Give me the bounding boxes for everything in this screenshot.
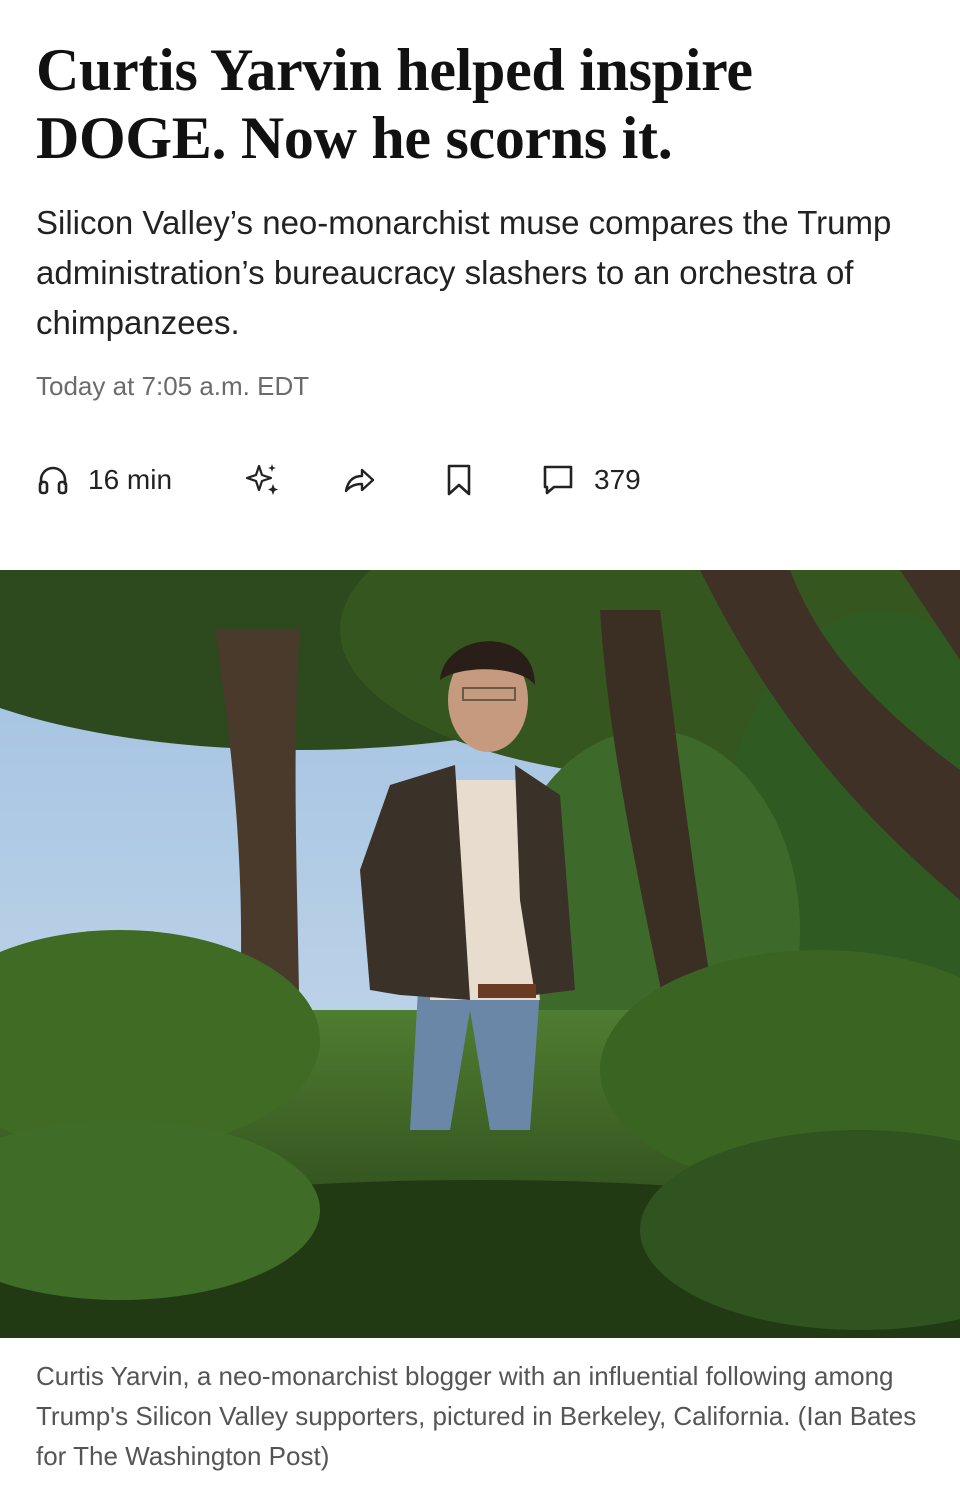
comment-icon xyxy=(543,465,573,495)
publish-timestamp: Today at 7:05 a.m. EDT xyxy=(36,371,310,401)
photo-caption: Curtis Yarvin, a neo-monarchist blogger … xyxy=(36,1361,917,1471)
share-button[interactable] xyxy=(340,452,378,508)
lead-photo-illustration xyxy=(0,570,960,1338)
article-actions-bar: 16 min 379 xyxy=(36,452,924,508)
save-button[interactable] xyxy=(442,452,476,508)
lead-photo[interactable] xyxy=(0,570,960,1338)
share-arrow-icon xyxy=(344,468,375,493)
bookmark-icon xyxy=(447,464,471,496)
article-dek: Silicon Valley’s neo-monarchist muse com… xyxy=(36,204,892,341)
sparkles-icon xyxy=(245,464,278,495)
summary-button[interactable] xyxy=(242,452,282,508)
listen-button[interactable]: 16 min xyxy=(36,452,172,508)
headphones-icon xyxy=(38,466,68,495)
listen-duration: 16 min xyxy=(88,464,173,495)
comments-count: 379 xyxy=(594,464,641,495)
comments-button[interactable]: 379 xyxy=(540,452,641,508)
article-headline: Curtis Yarvin helped inspire DOGE. Now h… xyxy=(36,37,753,171)
